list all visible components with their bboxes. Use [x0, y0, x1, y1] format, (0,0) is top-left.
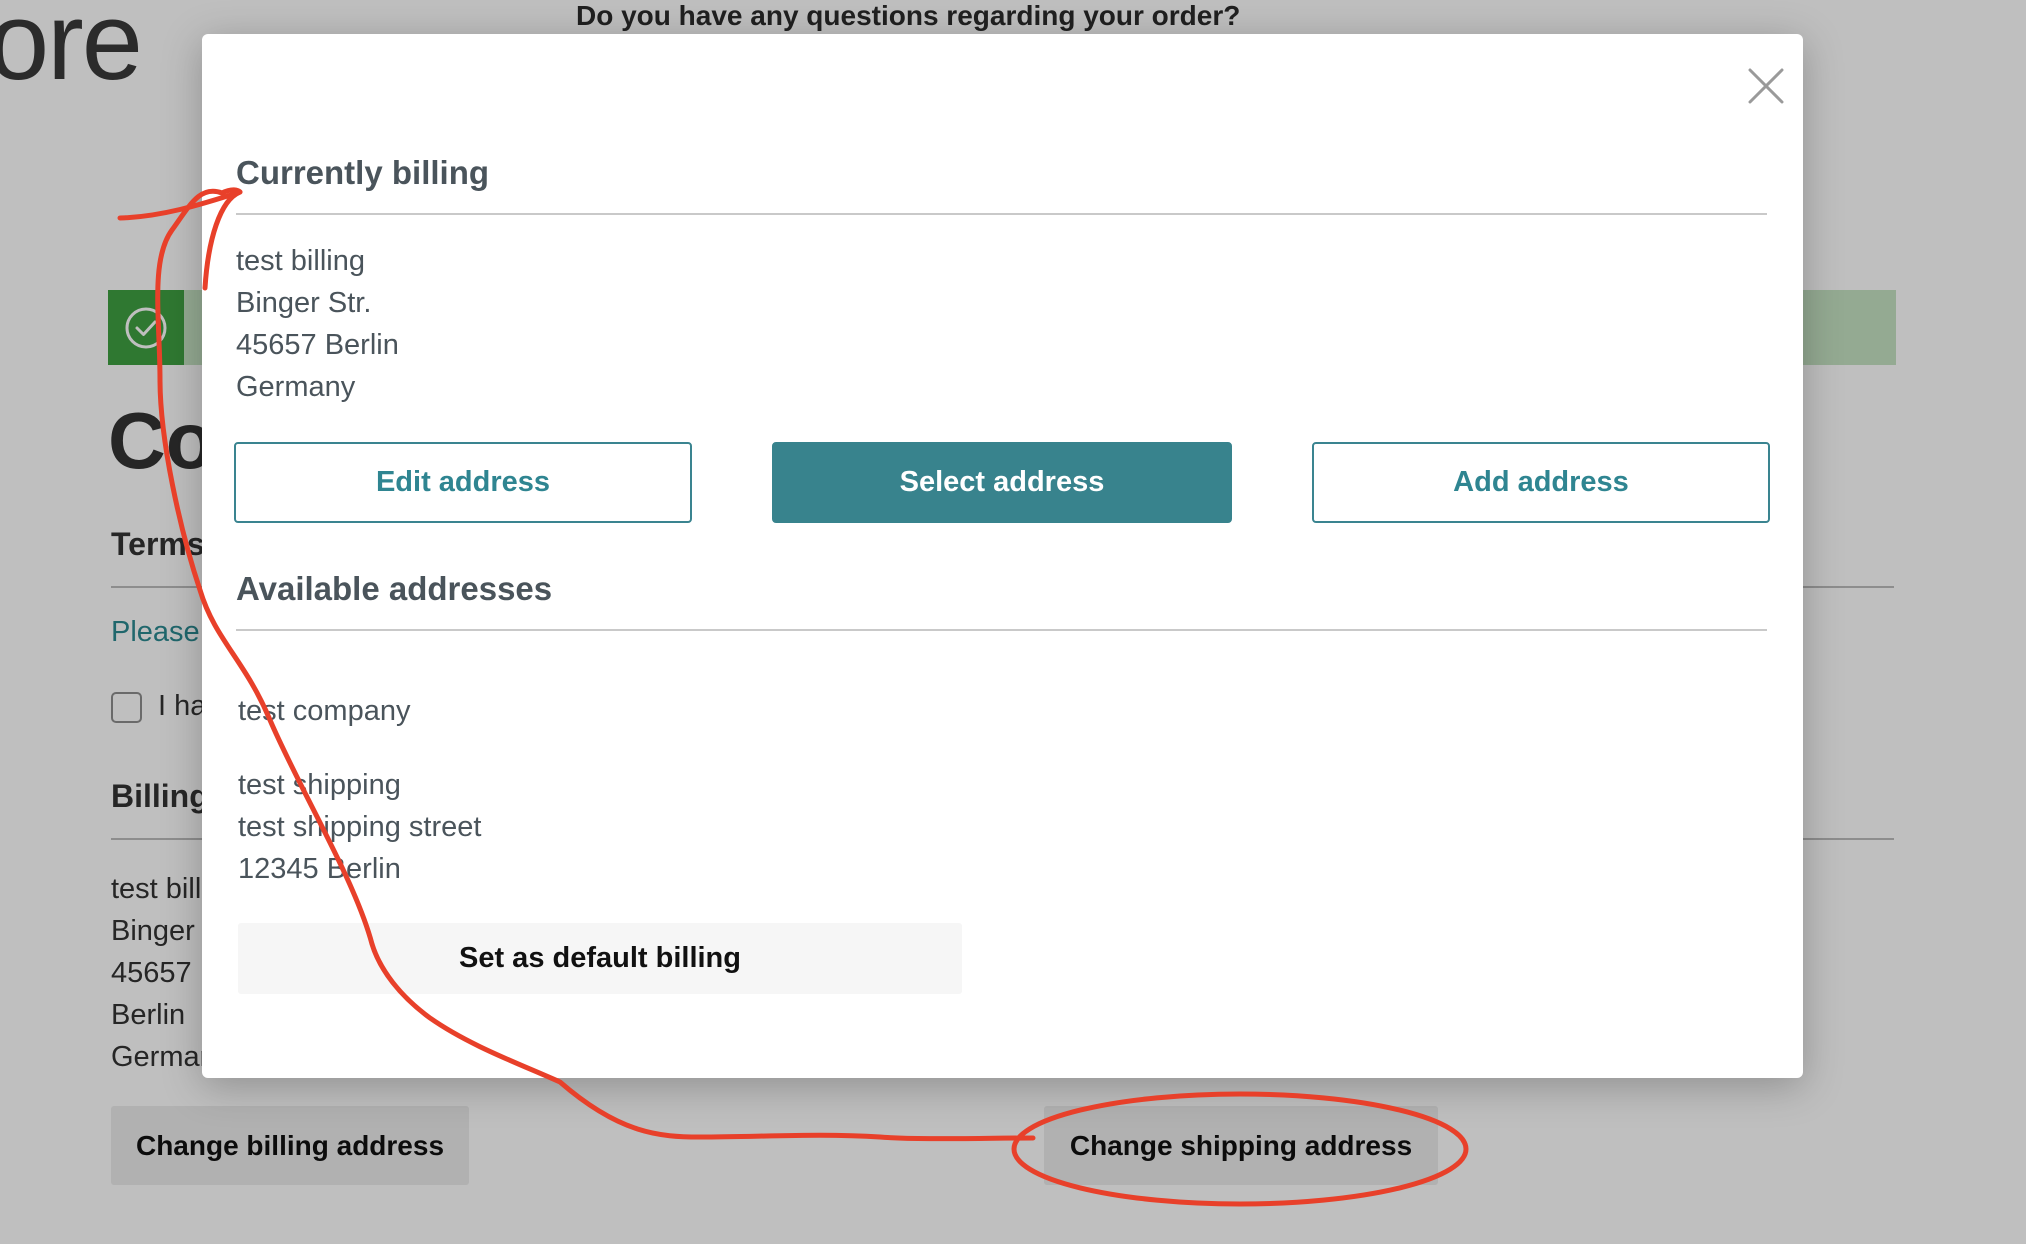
available-address: test shipping test shipping street 12345… [238, 764, 481, 890]
address-line: Binger Str. [236, 287, 372, 319]
address-line: 45657 Berlin [236, 329, 399, 361]
address-line: 12345 Berlin [238, 853, 401, 885]
currently-billing-divider [236, 213, 1767, 215]
set-default-billing-button[interactable]: Set as default billing [238, 923, 962, 994]
available-addresses-divider [236, 629, 1767, 631]
currently-billing-title: Currently billing [236, 154, 490, 191]
add-address-button[interactable]: Add address [1312, 442, 1770, 523]
address-line: test shipping street [238, 811, 482, 843]
current-billing-address: test billing Binger Str. 45657 Berlin Ge… [236, 240, 399, 408]
address-line: test shipping [238, 769, 401, 801]
modal-close-button[interactable] [1744, 64, 1788, 108]
address-modal: Currently billing test billing Binger St… [202, 34, 1803, 1078]
select-address-button[interactable]: Select address [772, 442, 1232, 523]
available-addresses-title: Available addresses [236, 570, 553, 607]
edit-address-button[interactable]: Edit address [234, 442, 692, 523]
close-icon [1748, 68, 1784, 104]
available-address-company: test company [238, 695, 411, 727]
address-line: Germany [236, 371, 356, 403]
address-line: test billing [236, 245, 365, 277]
